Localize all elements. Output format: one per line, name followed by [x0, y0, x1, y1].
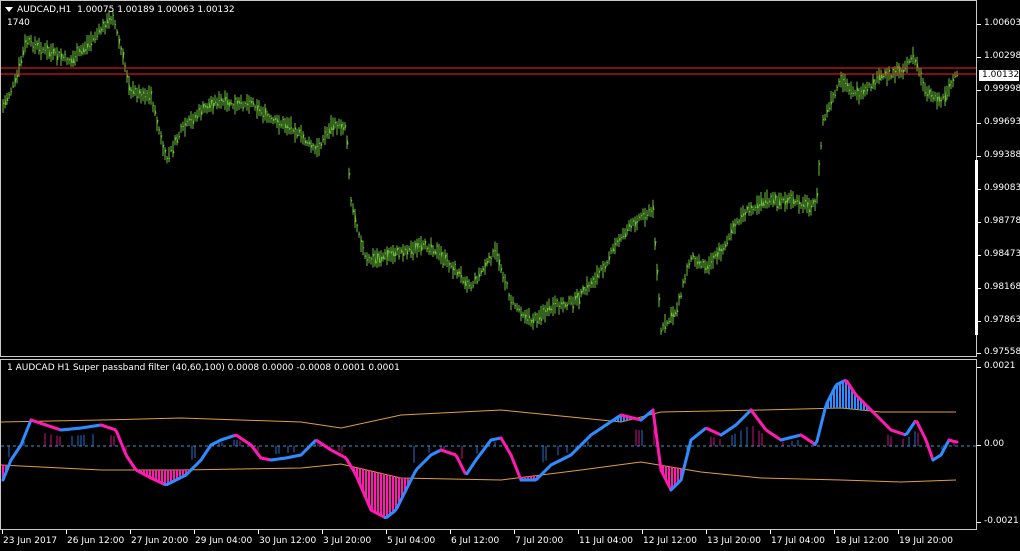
- chevron-down-icon[interactable]: [5, 7, 13, 12]
- time-label: 13 Jul 20:00: [707, 536, 761, 546]
- indicator-scale-label: -0.0021: [984, 516, 1019, 526]
- time-axis[interactable]: 23 Jun 2017 26 Jun 12:00 27 Jun 20:00 29…: [0, 530, 977, 551]
- price-label: 0.99693: [984, 117, 1020, 127]
- price-label: 0.99083: [984, 183, 1020, 193]
- time-label: 3 Jul 20:00: [323, 536, 372, 546]
- price-bar-series: [2, 10, 959, 335]
- indicator-plot: [1, 379, 976, 519]
- price-label: 1.00298: [984, 51, 1020, 61]
- sub-label: 1740: [7, 18, 30, 28]
- time-label: 11 Jul 04:00: [579, 536, 633, 546]
- time-label: 12 Jul 12:00: [643, 536, 697, 546]
- price-label: 0.98168: [984, 282, 1020, 292]
- time-label: 23 Jun 2017: [3, 536, 58, 546]
- time-label: 18 Jul 12:00: [835, 536, 889, 546]
- indicator-pane[interactable]: 1 AUDCAD H1 Super passband filter (40,60…: [0, 359, 977, 530]
- price-axis[interactable]: 1.00603 1.00298 0.99998 0.99693 0.99388 …: [977, 0, 1020, 357]
- indicator-scale-label: 0.0021: [984, 361, 1016, 371]
- price-label: 0.98473: [984, 249, 1020, 259]
- symbol-label: AUDCAD,H1: [17, 5, 72, 15]
- time-label: 19 Jul 20:00: [899, 536, 953, 546]
- upper-band: [1, 407, 956, 429]
- indicator-axis[interactable]: 0.0021 0.00 -0.0021: [977, 359, 1020, 530]
- indicator-histogram: [2, 380, 955, 518]
- price-label: 0.98778: [984, 216, 1020, 226]
- symbol-header: AUDCAD,H1 1.00075 1.00189 1.00063 1.0013…: [5, 5, 235, 15]
- price-bars: [1, 10, 976, 335]
- price-chart-pane[interactable]: AUDCAD,H1 1.00075 1.00189 1.00063 1.0013…: [0, 0, 977, 357]
- time-label: 6 Jul 12:00: [451, 536, 500, 546]
- price-label: 0.99998: [984, 84, 1020, 94]
- price-label: 1.00603: [984, 18, 1020, 28]
- time-label: 7 Jul 20:00: [515, 536, 564, 546]
- ohlc-values: 1.00075 1.00189 1.00063 1.00132: [77, 5, 235, 15]
- oscillator-line: [1, 379, 959, 519]
- current-price-label: 1.00132: [979, 70, 1019, 81]
- time-label: 5 Jul 04:00: [387, 536, 436, 546]
- price-label: 0.97863: [984, 315, 1020, 325]
- indicator-scale-label: 0.00: [984, 439, 1005, 449]
- time-label: 26 Jun 12:00: [67, 536, 125, 546]
- time-label: 17 Jul 04:00: [771, 536, 825, 546]
- time-label: 30 Jun 12:00: [259, 536, 317, 546]
- price-label: 0.97558: [984, 347, 1020, 357]
- time-label: 27 Jun 20:00: [131, 536, 189, 546]
- price-label: 0.99388: [984, 150, 1020, 160]
- chart-shift-marker[interactable]: [975, 160, 978, 335]
- indicator-title: 1 AUDCAD H1 Super passband filter (40,60…: [7, 363, 400, 373]
- time-label: 29 Jun 04:00: [195, 536, 253, 546]
